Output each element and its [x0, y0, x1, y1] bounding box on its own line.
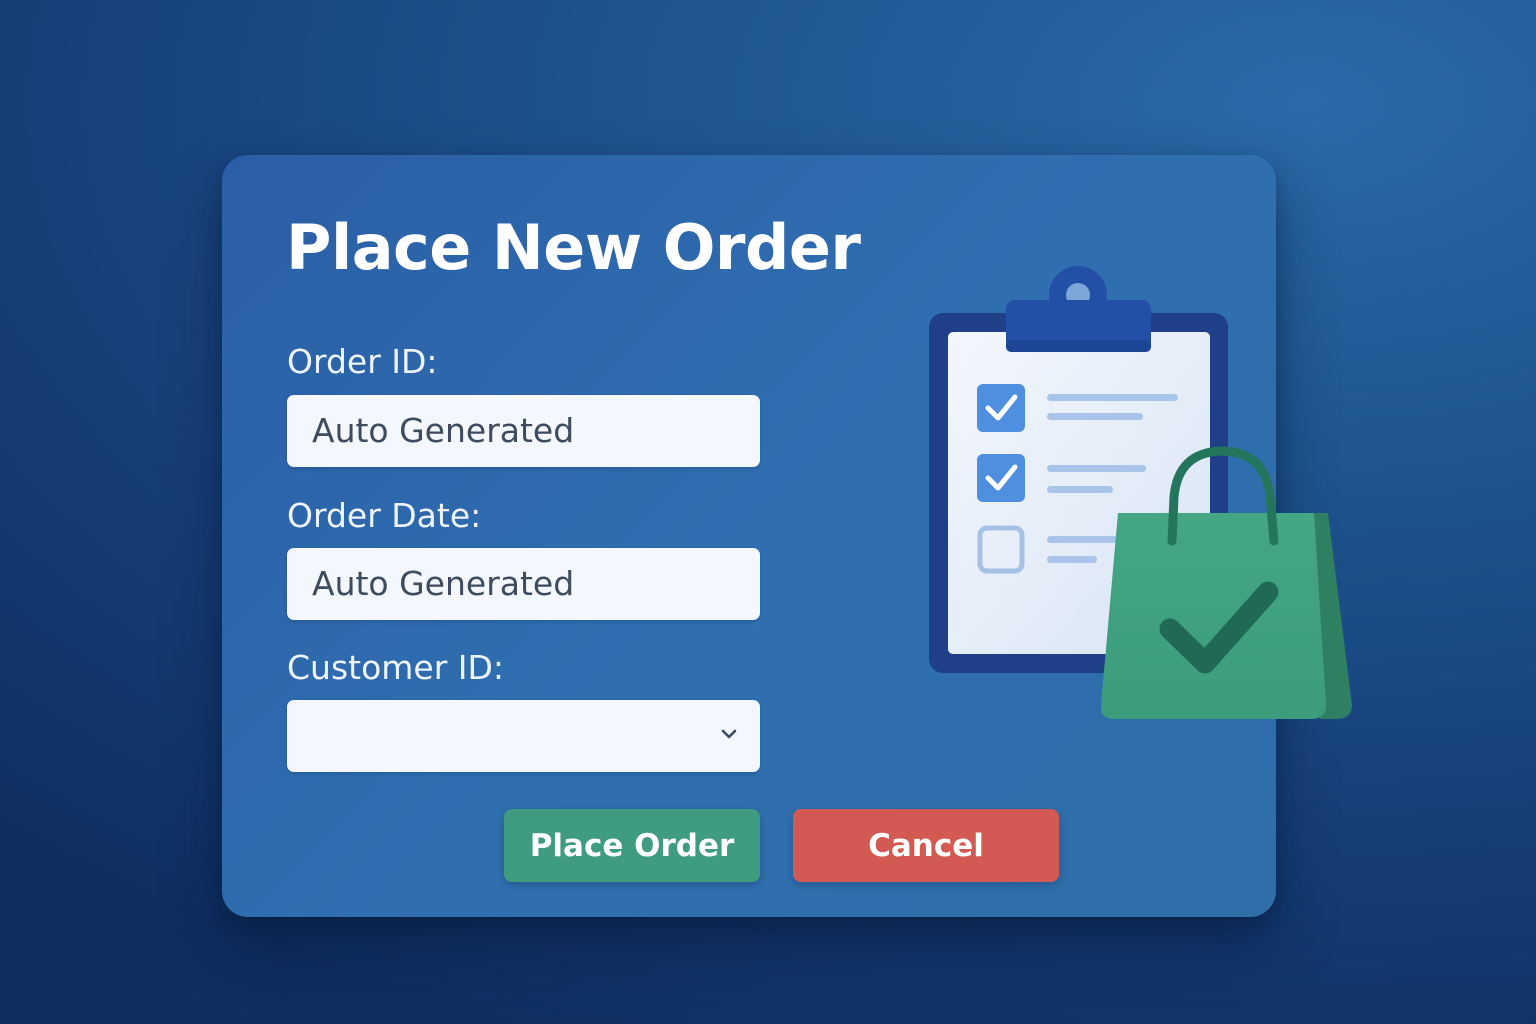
- chevron-down-icon: [721, 729, 737, 739]
- order-id-label: Order ID:: [287, 342, 438, 381]
- cancel-button[interactable]: Cancel: [793, 809, 1059, 882]
- order-date-label: Order Date:: [287, 496, 482, 535]
- checkbox-checked-icon: [977, 454, 1025, 502]
- order-illustration: [929, 266, 1352, 719]
- checkbox-checked-icon: [977, 384, 1025, 432]
- order-date-value: Auto Generated: [312, 564, 575, 603]
- order-id-value: Auto Generated: [312, 411, 575, 450]
- dialog-title: Place New Order: [286, 211, 861, 284]
- place-order-button[interactable]: Place Order: [504, 809, 760, 882]
- customer-id-label: Customer ID:: [287, 648, 505, 687]
- order-id-field[interactable]: Auto Generated: [287, 395, 760, 467]
- order-date-field[interactable]: Auto Generated: [287, 548, 760, 620]
- customer-id-select[interactable]: [287, 700, 760, 772]
